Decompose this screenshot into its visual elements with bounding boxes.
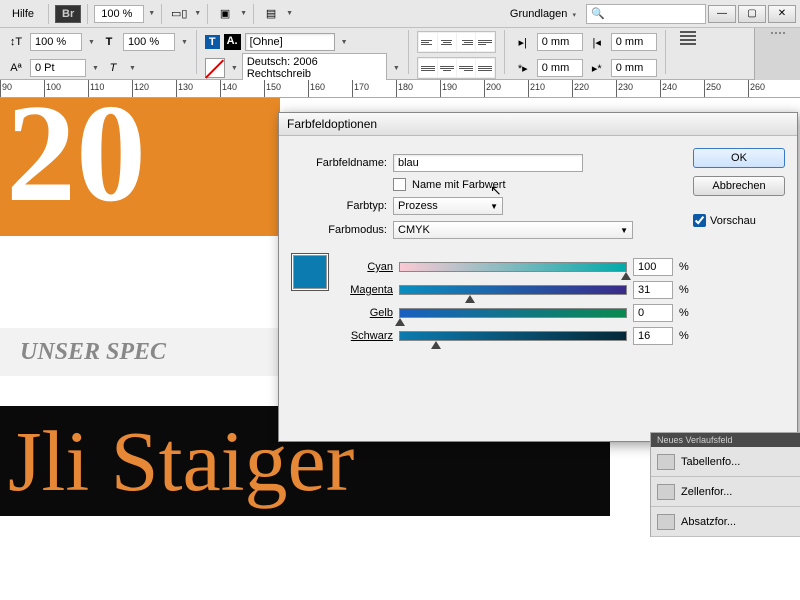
table-styles-panel[interactable]: Tabellenfo...: [651, 447, 800, 477]
dialog-title: Farbfeldoptionen: [279, 113, 797, 136]
control-toolbar: ↕T 100 %▼ T 100 %▼ Aª 0 Pt▼ T▼ T A. [Ohn…: [0, 28, 800, 80]
baseline-shift[interactable]: 0 Pt: [30, 59, 86, 77]
swatch-options-dialog: Farbfeldoptionen Farbfeldname: Name mit …: [278, 112, 798, 442]
toolbar-menu-icon[interactable]: [680, 30, 696, 46]
table-icon: [657, 454, 675, 470]
swatch-name-input[interactable]: [393, 154, 583, 172]
maximize-button[interactable]: ▢: [738, 5, 766, 23]
search-input[interactable]: 🔍: [586, 4, 706, 24]
close-button[interactable]: ✕: [768, 5, 796, 23]
zoom-level[interactable]: 100 %: [94, 5, 144, 23]
big-number: 20: [6, 84, 280, 224]
indent-first-icon: *▸: [513, 58, 533, 78]
black-label: Schwarz: [339, 330, 393, 342]
indent-left[interactable]: 0 mm: [537, 33, 583, 51]
indent-right[interactable]: 0 mm: [611, 33, 657, 51]
bridge-button[interactable]: Br: [55, 5, 81, 23]
yellow-value[interactable]: [633, 304, 673, 322]
no-fill-icon[interactable]: [205, 58, 225, 78]
language-select[interactable]: Deutsch: 2006 Rechtschreib: [242, 53, 387, 83]
magenta-slider[interactable]: [399, 285, 627, 295]
menu-bar: Hilfe Br 100 %▼ ▭▯▼ ▣▼ ▤▼ Grundlagen ▾ 🔍…: [0, 0, 800, 28]
para-align[interactable]: [417, 31, 496, 53]
minimize-button[interactable]: —: [708, 5, 736, 23]
scale-vert-icon[interactable]: ↕T: [6, 32, 26, 52]
yellow-slider[interactable]: [399, 308, 627, 318]
indent-left-icon: ▸|: [513, 32, 533, 52]
color-type-select[interactable]: Prozess▼: [393, 197, 503, 215]
arrange-icon[interactable]: ▤: [260, 3, 282, 25]
name-label: Farbfeldname:: [291, 157, 387, 169]
gray-text: UNSER SPEC: [20, 339, 166, 366]
name-with-value-checkbox[interactable]: [393, 178, 406, 191]
magenta-label: Magenta: [339, 284, 393, 296]
scale-horiz[interactable]: 100 %: [123, 33, 175, 51]
indent-last[interactable]: 0 mm: [611, 59, 657, 77]
skew-icon[interactable]: T: [103, 58, 123, 78]
panel-dock-handle[interactable]: [755, 28, 800, 38]
name-with-value-label: Name mit Farbwert: [412, 179, 506, 191]
view-options-icon[interactable]: ▭▯: [168, 3, 190, 25]
scale-vert[interactable]: 100 %: [30, 33, 82, 51]
char-style-icon[interactable]: T: [205, 35, 220, 49]
color-mode-select[interactable]: CMYK▼: [393, 221, 633, 239]
para-styles-panel[interactable]: Absatzfor...: [651, 507, 800, 537]
baseline-icon[interactable]: Aª: [6, 58, 26, 78]
color-swatch-preview: [291, 253, 329, 291]
scale-horiz-icon[interactable]: T: [99, 32, 119, 52]
indent-right-icon: |◂: [587, 32, 607, 52]
mode-label: Farbmodus:: [291, 224, 387, 236]
side-strip-label[interactable]: Neues Verlaufsfeld: [651, 433, 800, 447]
type-label: Farbtyp:: [291, 200, 387, 212]
orange-block: 20: [0, 98, 280, 236]
cell-icon: [657, 484, 675, 500]
para-justify[interactable]: [417, 57, 496, 79]
magenta-value[interactable]: [633, 281, 673, 299]
workspace-switcher[interactable]: Grundlagen ▾: [502, 6, 584, 22]
black-slider[interactable]: [399, 331, 627, 341]
ok-button[interactable]: OK: [693, 148, 785, 168]
preview-checkbox[interactable]: Vorschau: [693, 214, 785, 227]
indent-first[interactable]: 0 mm: [537, 59, 583, 77]
screen-mode-icon[interactable]: ▣: [214, 3, 236, 25]
cancel-button[interactable]: Abbrechen: [693, 176, 785, 196]
indent-last-icon: ▸*: [587, 58, 607, 78]
cell-styles-panel[interactable]: Zellenfor...: [651, 477, 800, 507]
black-value[interactable]: [633, 327, 673, 345]
cyan-value[interactable]: [633, 258, 673, 276]
side-panel-dock: Neues Verlaufsfeld Tabellenfo... Zellenf…: [650, 432, 800, 537]
para-icon: [657, 514, 675, 530]
cyan-label: Cyan: [339, 261, 393, 273]
yellow-label: Gelb: [339, 307, 393, 319]
cyan-slider[interactable]: [399, 262, 627, 272]
menu-help[interactable]: Hilfe: [4, 4, 42, 24]
underline-icon[interactable]: A.: [224, 34, 241, 50]
char-style[interactable]: [Ohne]: [245, 33, 335, 51]
gray-strip: UNSER SPEC: [0, 328, 280, 376]
